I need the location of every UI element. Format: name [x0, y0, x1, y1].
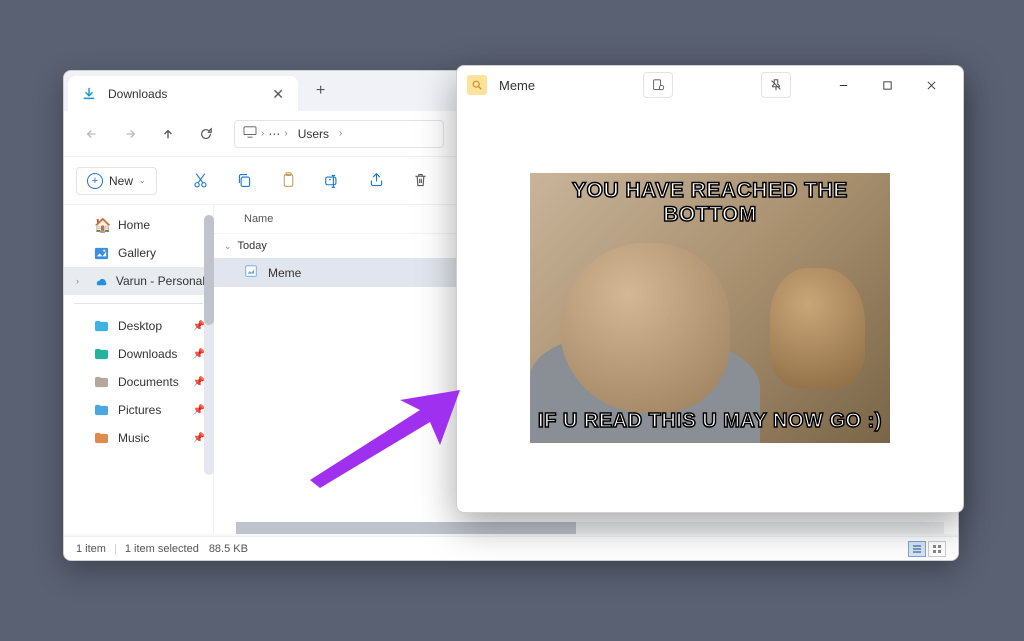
unpin-button[interactable]: [761, 72, 791, 98]
new-tab-button[interactable]: +: [298, 82, 343, 100]
chevron-right-icon[interactable]: ›: [284, 128, 287, 139]
sidebar-item-desktop[interactable]: Desktop 📌: [64, 312, 213, 340]
breadcrumb-users[interactable]: Users: [292, 125, 335, 143]
preview-title: Meme: [499, 78, 535, 93]
meme-image: YOU HAVE REACHED THE BOTTOM IF U READ TH…: [530, 173, 890, 443]
chevron-right-icon[interactable]: ›: [261, 128, 264, 139]
chevron-right-icon[interactable]: ›: [76, 276, 85, 286]
onedrive-icon: [93, 273, 108, 289]
up-button[interactable]: [150, 116, 186, 152]
sidebar-item-downloads[interactable]: Downloads 📌: [64, 340, 213, 368]
status-separator: |: [114, 543, 117, 555]
tab-close-icon[interactable]: ✕: [272, 86, 284, 103]
magnifier-folder-icon: [467, 75, 487, 95]
copy-button[interactable]: [227, 163, 263, 199]
image-file-icon: [244, 264, 260, 281]
sidebar-divider: [74, 303, 203, 304]
file-action-button[interactable]: [643, 72, 673, 98]
music-folder-icon: [94, 430, 110, 446]
horizontal-scrollbar-thumb[interactable]: [236, 522, 576, 534]
plus-circle-icon: +: [87, 173, 103, 189]
meme-top-text: YOU HAVE REACHED THE BOTTOM: [530, 179, 890, 227]
sidebar-item-label: Home: [118, 218, 150, 232]
download-icon: [82, 86, 98, 102]
new-label: New: [109, 174, 133, 188]
pc-icon: [243, 125, 257, 143]
horizontal-scrollbar-track[interactable]: [236, 522, 944, 534]
window-controls: [821, 70, 953, 100]
sidebar-item-label: Documents: [118, 375, 179, 389]
rename-button[interactable]: [315, 163, 351, 199]
sidebar-item-music[interactable]: Music 📌: [64, 424, 213, 452]
sidebar-scrollbar-thumb[interactable]: [204, 215, 214, 325]
maximize-button[interactable]: [865, 70, 909, 100]
thumbnails-view-button[interactable]: [928, 541, 946, 557]
pictures-folder-icon: [94, 402, 110, 418]
documents-folder-icon: [94, 374, 110, 390]
sidebar-item-gallery[interactable]: Gallery: [64, 239, 213, 267]
cut-button[interactable]: [183, 163, 219, 199]
delete-button[interactable]: [403, 163, 439, 199]
close-button[interactable]: [909, 70, 953, 100]
sidebar-item-label: Downloads: [118, 347, 177, 361]
group-label: Today: [238, 240, 267, 252]
sidebar-item-documents[interactable]: Documents 📌: [64, 368, 213, 396]
navigation-sidebar: 🏠 Home Gallery › Varun - Personal: [64, 205, 214, 534]
chevron-down-icon: ⌄: [224, 241, 232, 252]
tab-downloads[interactable]: Downloads ✕: [68, 76, 298, 112]
sidebar-item-label: Varun - Personal: [116, 274, 205, 288]
column-name: Name: [244, 213, 273, 225]
preview-content: YOU HAVE REACHED THE BOTTOM IF U READ TH…: [457, 104, 963, 512]
back-button[interactable]: [74, 116, 110, 152]
minimize-button[interactable]: [821, 70, 865, 100]
preview-titlebar[interactable]: Meme: [457, 66, 963, 104]
home-icon: 🏠: [94, 217, 110, 233]
status-bar: 1 item | 1 item selected 88.5 KB: [64, 536, 958, 560]
paste-button[interactable]: [271, 163, 307, 199]
chevron-down-icon: ⌄: [139, 176, 146, 185]
address-bar[interactable]: › ⋯ › Users ›: [234, 120, 444, 148]
sidebar-item-label: Desktop: [118, 319, 162, 333]
preview-window: Meme YOU HAVE: [456, 65, 964, 513]
downloads-folder-icon: [94, 346, 110, 362]
status-size: 88.5 KB: [209, 543, 248, 555]
sidebar-item-label: Gallery: [118, 246, 156, 260]
sidebar-item-pictures[interactable]: Pictures 📌: [64, 396, 213, 424]
sidebar-item-label: Pictures: [118, 403, 161, 417]
share-button[interactable]: [359, 163, 395, 199]
ellipsis-icon[interactable]: ⋯: [268, 127, 280, 141]
sidebar-item-label: Music: [118, 431, 149, 445]
refresh-button[interactable]: [188, 116, 224, 152]
desktop-folder-icon: [94, 318, 110, 334]
tab-label: Downloads: [108, 87, 167, 101]
meme-bottom-text: IF U READ THIS U MAY NOW GO :): [530, 410, 890, 433]
status-item-count: 1 item: [76, 543, 106, 555]
gallery-icon: [94, 245, 110, 261]
sidebar-item-home[interactable]: 🏠 Home: [64, 211, 213, 239]
forward-button[interactable]: [112, 116, 148, 152]
status-selection: 1 item selected: [125, 543, 199, 555]
details-view-button[interactable]: [908, 541, 926, 557]
view-toggle: [908, 541, 946, 557]
chevron-right-icon[interactable]: ›: [339, 128, 342, 139]
file-name: Meme: [268, 266, 301, 280]
new-button[interactable]: + New ⌄: [76, 167, 157, 195]
sidebar-item-onedrive[interactable]: › Varun - Personal: [64, 267, 213, 295]
